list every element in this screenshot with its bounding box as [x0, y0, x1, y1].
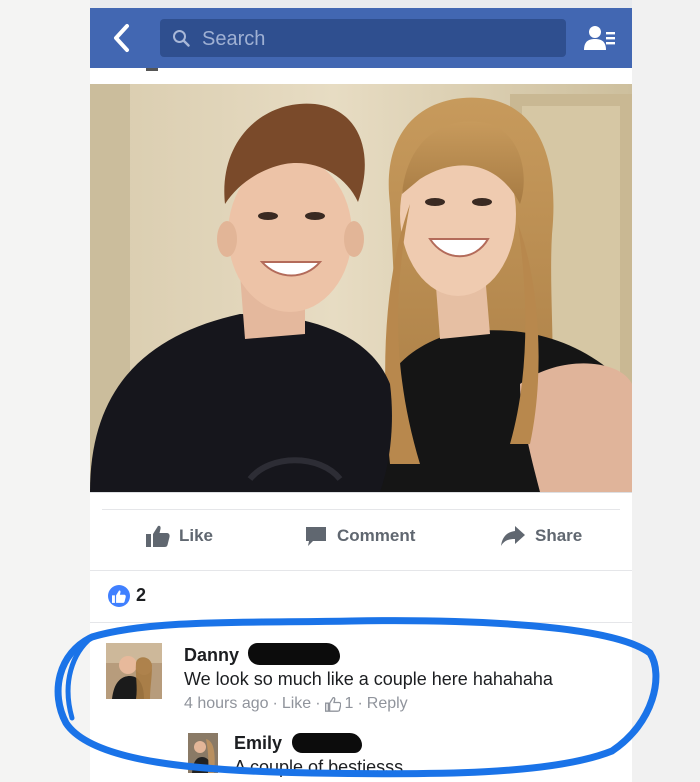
redaction-mark	[248, 643, 340, 665]
post-header-fragment	[146, 68, 158, 71]
post-top-edge	[90, 68, 632, 84]
search-icon	[173, 30, 190, 47]
comments-section: Danny We look so much like a couple here…	[90, 622, 632, 782]
page-left-margin	[0, 0, 90, 782]
like-button[interactable]: Like	[146, 521, 213, 551]
search-placeholder: Search	[202, 28, 266, 50]
likes-count: 2	[136, 585, 147, 605]
reactions-summary[interactable]: 2	[90, 570, 632, 623]
comment-meta: 4 hours ago · Like · 1 · Reply	[184, 695, 408, 713]
comment-bubble-icon	[306, 527, 326, 546]
like-label: Like	[179, 526, 214, 545]
share-arrow-icon	[501, 526, 525, 546]
separator-dot: ·	[272, 695, 278, 712]
share-label: Share	[535, 526, 583, 545]
chevron-left-icon	[114, 24, 129, 52]
post-photo[interactable]	[90, 84, 632, 492]
comment-label: Comment	[337, 526, 416, 545]
redaction-mark	[292, 733, 362, 753]
comment-text: We look so much like a couple here hahah…	[184, 669, 553, 689]
comment-like-count: 1	[344, 695, 354, 712]
selfie-photo-illustration	[90, 84, 632, 492]
phone-screen: Search Like Comment Share 2 Danny We loo…	[90, 0, 632, 782]
separator-dot: ·	[357, 695, 363, 712]
page-right-margin	[632, 0, 700, 782]
divider	[102, 509, 620, 510]
reply-text: A couple of bestiesss	[234, 757, 404, 777]
like-reaction-icon	[108, 585, 130, 607]
comment-like-link[interactable]: Like	[282, 695, 311, 713]
separator-dot: ·	[315, 695, 321, 712]
comment-timestamp: 4 hours ago	[184, 695, 269, 712]
share-button[interactable]: Share	[500, 521, 582, 551]
friend-requests-icon	[584, 26, 615, 50]
commenter-name[interactable]: Danny	[184, 645, 239, 666]
search-input[interactable]: Search	[160, 19, 566, 57]
avatar[interactable]	[106, 643, 162, 699]
top-navigation-bar: Search	[90, 8, 632, 68]
thumbs-up-icon	[146, 525, 170, 547]
reply-author-name[interactable]: Emily	[234, 733, 282, 754]
comment-button[interactable]: Comment	[304, 521, 415, 551]
thumbs-up-outline-icon	[324, 696, 341, 712]
reply-link[interactable]: Reply	[367, 695, 408, 713]
avatar[interactable]	[188, 733, 218, 773]
back-button[interactable]	[104, 18, 140, 58]
friend-requests-button[interactable]	[582, 20, 618, 56]
post-actions-bar: Like Comment Share	[90, 492, 632, 571]
